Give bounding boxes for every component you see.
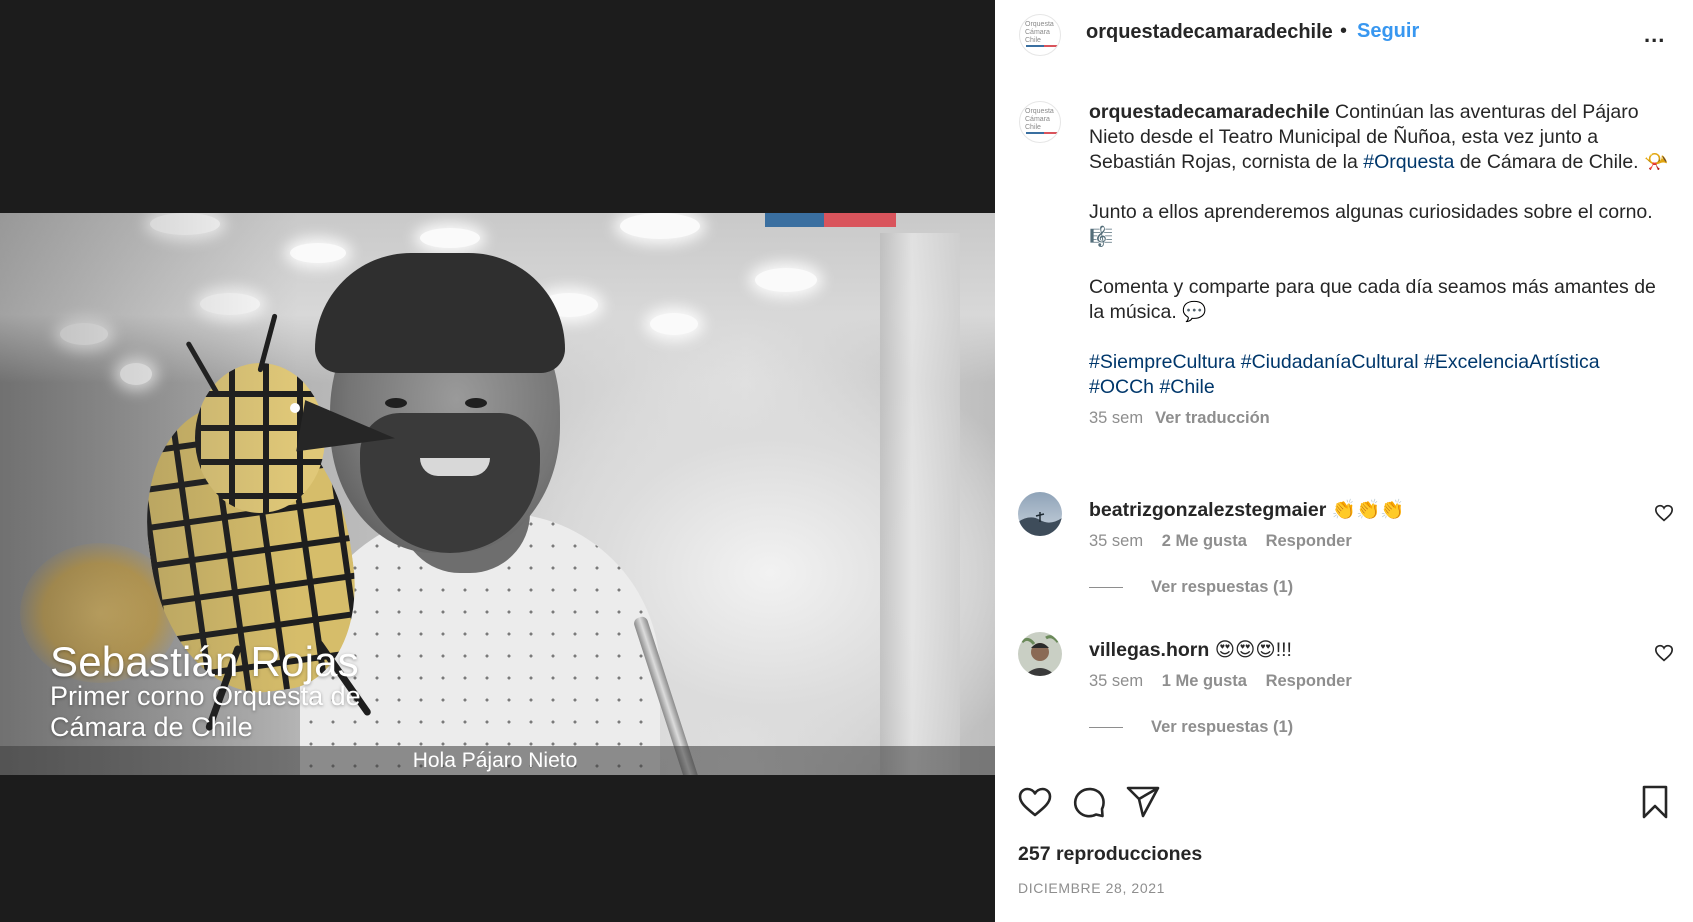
comment-username-line: villegas.horn 😍😍😍!!! [1089,638,1292,662]
caption-avatar[interactable]: Orquesta Cámara Chile [1019,101,1061,143]
logo-stripe-blue [1026,45,1044,47]
caption-time[interactable]: 35 sem [1089,409,1143,427]
caption-paragraph-3: Comenta y comparte para que cada día sea… [1089,276,1656,323]
comment-likes[interactable]: 1 Me gusta [1162,672,1247,690]
share-icon[interactable] [1125,784,1161,820]
caption-text: de Cámara de Chile. 📯 [1459,151,1669,173]
view-count[interactable]: 257 reproducciones [1018,843,1202,866]
logo-stripe-red [1044,132,1058,134]
reply-button[interactable]: Responder [1266,532,1352,550]
post-caption: orquestadecamaradechile Continúan las av… [1089,100,1669,431]
caption-username[interactable]: orquestadecamaradechile [1089,101,1330,123]
comment-icon[interactable] [1071,784,1107,820]
landscape-avatar-icon [1018,492,1062,536]
replies-divider [1089,727,1123,729]
bookmark-icon[interactable] [1637,784,1673,820]
commenter-avatar[interactable] [1018,632,1062,676]
hashtag-link[interactable]: #OCCh [1089,376,1154,398]
occh-logo-icon: Orquesta Cámara Chile [1025,108,1054,132]
logo-line: Chile [1025,37,1041,44]
heart-icon[interactable] [1017,784,1053,820]
comment-heart-icon[interactable] [1654,504,1674,522]
comment-meta: 35 sem 2 Me gusta Responder [1089,532,1366,551]
comment-meta: 35 sem 1 Me gusta Responder [1089,672,1366,691]
view-replies-button[interactable]: Ver respuestas (1) [1089,718,1293,737]
logo-stripe-red [1044,45,1058,47]
comment-heart-icon[interactable] [1654,644,1674,662]
comment-username-line: beatrizgonzalezstegmaier 👏👏👏 [1089,498,1405,522]
view-replies-label: Ver respuestas (1) [1151,578,1294,596]
action-bar [1017,784,1677,820]
video-overlay-name: Sebastián Rojas [50,638,359,685]
comment-likes[interactable]: 2 Me gusta [1162,532,1247,550]
logo-line: Orquesta [1025,108,1054,115]
hashtag-link[interactable]: #SiempreCultura [1089,351,1235,373]
logo-line: Cámara [1025,29,1050,36]
post-panel: Orquesta Cámara Chile orquestadecamarade… [995,0,1693,922]
logo-line: Chile [1025,124,1041,131]
view-replies-button[interactable]: Ver respuestas (1) [1089,578,1293,597]
view-replies-label: Ver respuestas (1) [1151,718,1294,736]
logo-line: Orquesta [1025,21,1054,28]
caption-paragraph-1: orquestadecamaradechile Continúan las av… [1089,100,1669,175]
hashtag-link[interactable]: #CiudadaníaCultural [1241,351,1419,373]
comment-time[interactable]: 35 sem [1089,532,1143,550]
hashtag-link[interactable]: #ExcelenciaArtística [1424,351,1600,373]
more-options-icon[interactable]: ... [1644,22,1665,48]
occh-logo-icon: Orquesta Cámara Chile [1025,21,1054,45]
replies-divider [1089,587,1123,589]
comment-username[interactable]: villegas.horn [1089,639,1209,661]
video-player[interactable]: Sebastián Rojas Primer corno Orquesta de… [0,0,995,922]
commenter-avatar[interactable] [1018,492,1062,536]
video-overlay-role: Primer corno Orquesta de Cámara de Chile [50,681,361,742]
video-frame[interactable]: Sebastián Rojas Primer corno Orquesta de… [0,213,995,775]
comment-text: 👏👏👏 [1331,499,1405,521]
caption-meta: 35 sem Ver traducción [1089,406,1669,431]
logo-line: Cámara [1025,116,1050,123]
comment-text: 😍😍😍!!! [1214,639,1292,661]
follow-button[interactable]: Seguir [1357,20,1419,43]
logo-stripe-blue [1026,132,1044,134]
hashtag-link[interactable]: #Chile [1159,376,1214,398]
hashtag-link[interactable]: #Orquesta [1363,151,1454,173]
caption-hashtags: #SiempreCultura #CiudadaníaCultural #Exc… [1089,350,1669,400]
caption-paragraph-2: Junto a ellos aprenderemos algunas curio… [1089,201,1653,248]
account-avatar[interactable]: Orquesta Cámara Chile [1019,14,1061,56]
comment-username[interactable]: beatrizgonzalezstegmaier [1089,499,1326,521]
translate-button[interactable]: Ver traducción [1155,409,1270,427]
person-avatar-icon [1018,632,1062,676]
post-date[interactable]: DICIEMBRE 28, 2021 [1018,880,1165,896]
header-username[interactable]: orquestadecamaradechile [1086,21,1333,44]
comment-time[interactable]: 35 sem [1089,672,1143,690]
header-separator: • [1340,20,1348,42]
reply-button[interactable]: Responder [1266,672,1352,690]
post-header: Orquesta Cámara Chile orquestadecamarade… [995,0,1693,70]
video-subtitle: Hola Pájaro Nieto [412,749,578,772]
